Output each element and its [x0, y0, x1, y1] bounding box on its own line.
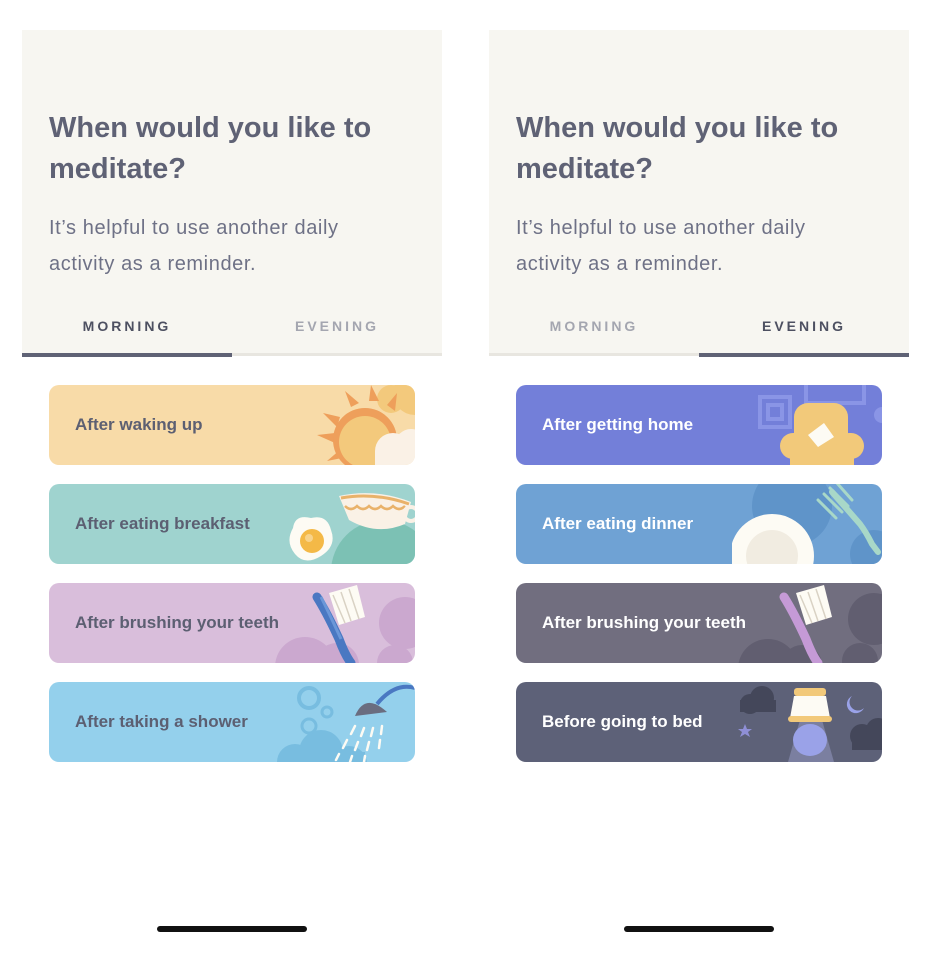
tab-morning[interactable]: MORNING	[489, 318, 699, 334]
option-after-eating-dinner[interactable]: After eating dinner	[516, 484, 882, 564]
page-title: When would you like to meditate?	[516, 112, 839, 185]
active-tab-indicator	[699, 353, 909, 357]
option-label: After eating dinner	[542, 514, 694, 533]
sun-icon	[317, 385, 415, 465]
option-after-taking-shower[interactable]: After taking a shower	[49, 682, 415, 762]
page-subtitle: It’s helpful to use another daily activi…	[516, 217, 806, 275]
option-label: After brushing your teeth	[75, 613, 280, 632]
toothbrush-icon	[738, 585, 882, 663]
option-after-eating-breakfast[interactable]: After eating breakfast	[49, 484, 415, 564]
home-indicator[interactable]	[157, 926, 307, 932]
header: When would you like to meditate? It’s he…	[22, 30, 442, 357]
active-tab-indicator	[22, 353, 232, 357]
tab-evening[interactable]: EVENING	[699, 318, 909, 334]
option-label: Before going to bed	[542, 712, 703, 731]
home-indicator[interactable]	[624, 926, 774, 932]
option-label: After brushing your teeth	[542, 613, 747, 632]
option-after-waking-up[interactable]: After waking up	[49, 385, 415, 465]
tab-morning[interactable]: MORNING	[22, 318, 232, 334]
toothbrush-icon	[275, 585, 415, 663]
header: When would you like to meditate? It’s he…	[489, 30, 909, 357]
option-after-brushing-teeth[interactable]: After brushing your teeth	[516, 583, 882, 663]
option-label: After waking up	[75, 415, 203, 434]
option-after-brushing-teeth[interactable]: After brushing your teeth	[49, 583, 415, 663]
option-label: After eating breakfast	[75, 514, 250, 533]
morning-screen: When would you like to meditate? It’s he…	[22, 0, 442, 974]
option-before-going-to-bed[interactable]: Before going to bed	[516, 682, 882, 762]
armchair-icon	[758, 385, 882, 465]
lamp-icon	[738, 686, 882, 762]
shower-icon	[277, 684, 415, 762]
evening-screen: When would you like to meditate? It’s he…	[489, 0, 909, 974]
page-title: When would you like to meditate?	[49, 112, 372, 185]
option-after-getting-home[interactable]: After getting home	[516, 385, 882, 465]
breakfast-icon	[289, 493, 415, 564]
page-subtitle: It’s helpful to use another daily activi…	[49, 217, 339, 275]
tab-evening[interactable]: EVENING	[232, 318, 442, 334]
option-label: After taking a shower	[75, 712, 248, 731]
dinner-plate-icon	[732, 484, 882, 564]
option-label: After getting home	[542, 415, 694, 434]
